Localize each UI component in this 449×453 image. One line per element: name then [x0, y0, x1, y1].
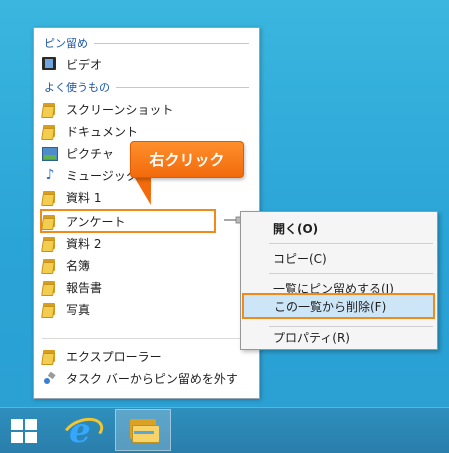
menu-item-label: プロパティ(R) — [273, 330, 350, 345]
folder-icon — [41, 213, 58, 230]
menu-separator — [269, 273, 433, 274]
unpin-icon — [42, 370, 58, 386]
jump-item-screenshots[interactable]: スクリーンショット — [41, 99, 174, 119]
menu-item-copy[interactable]: コピー(C) — [241, 246, 437, 270]
windows-logo-icon — [11, 432, 23, 443]
windows-logo-icon — [11, 419, 23, 430]
documents-icon — [41, 123, 58, 140]
internet-explorer-button[interactable]: e — [58, 411, 108, 452]
menu-separator — [269, 243, 433, 244]
windows-logo-icon — [25, 419, 37, 430]
folder-icon — [41, 235, 58, 252]
callout-right-click: 右クリック — [130, 141, 244, 178]
tasks-divider — [42, 338, 251, 339]
context-menu: 開く(O) コピー(C) 一覧にピン留めする(I) プロパティ(R) — [240, 211, 438, 350]
file-explorer-icon — [130, 419, 160, 443]
jump-item-label: 資料 2 — [66, 236, 102, 251]
menu-item-label: この一覧から削除(F) — [274, 299, 387, 314]
pinned-header-label: ピン留め — [44, 37, 88, 50]
menu-item-label: コピー(C) — [273, 251, 327, 266]
jump-item-label: スクリーンショット — [66, 102, 174, 117]
video-library-icon — [42, 56, 58, 72]
jump-item-label: 報告書 — [66, 280, 103, 295]
music-icon: ♪ — [45, 167, 55, 183]
task-label: エクスプローラー — [66, 349, 162, 364]
folder-icon — [41, 257, 58, 274]
jump-item-label: ビデオ — [66, 57, 103, 72]
jump-item-shiryo2[interactable]: 資料 2 — [41, 233, 102, 253]
folder-icon — [41, 101, 58, 118]
menu-item-properties[interactable]: プロパティ(R) — [241, 325, 437, 349]
jump-list: ピン留め ビデオ よく使うもの スクリーンショット ドキュメント ピクチャ ♪ … — [33, 27, 260, 399]
folder-icon — [41, 279, 58, 296]
jump-item-label: ドキュメント — [66, 124, 139, 139]
pinned-section-header: ピン留め — [44, 36, 249, 50]
windows-logo-icon — [25, 432, 37, 443]
task-label: タスク バーからピン留めを外す — [66, 371, 238, 386]
frequent-header-label: よく使うもの — [44, 81, 110, 94]
taskbar: e — [0, 407, 449, 453]
menu-item-open[interactable]: 開く(O) — [241, 216, 437, 240]
jump-item-questionnaire[interactable]: アンケート — [41, 211, 126, 231]
folder-icon — [41, 301, 58, 318]
section-divider — [94, 42, 249, 44]
jump-item-label: 名簿 — [66, 258, 91, 273]
jump-item-label: ピクチャ — [66, 146, 114, 161]
jump-item-photos[interactable]: 写真 — [41, 299, 91, 319]
section-divider — [116, 86, 249, 88]
jump-item-label: ミュージック — [66, 168, 138, 183]
start-button[interactable] — [11, 419, 37, 443]
file-explorer-button[interactable] — [115, 409, 171, 451]
menu-item-remove-from-list[interactable]: この一覧から削除(F) — [242, 293, 435, 319]
folder-icon — [41, 189, 58, 206]
explorer-icon — [41, 348, 58, 365]
jump-item-label: アンケート — [66, 214, 126, 229]
task-unpin[interactable]: タスク バーからピン留めを外す — [42, 368, 238, 388]
menu-item-label: 開く(O) — [273, 221, 319, 236]
jump-item-report[interactable]: 報告書 — [41, 277, 103, 297]
callout-label: 右クリック — [149, 151, 225, 169]
jump-item-label: 写真 — [66, 302, 91, 317]
jump-item-video[interactable]: ビデオ — [42, 54, 102, 74]
jump-item-meibo[interactable]: 名簿 — [41, 255, 91, 275]
pictures-icon — [42, 145, 58, 161]
internet-explorer-icon: e — [69, 411, 91, 451]
jump-item-pictures[interactable]: ピクチャ — [42, 143, 114, 163]
frequent-section-header: よく使うもの — [44, 80, 249, 94]
jump-item-shiryo1[interactable]: 資料 1 — [41, 187, 102, 207]
task-file-explorer[interactable]: エクスプローラー — [41, 346, 162, 366]
jump-item-label: 資料 1 — [66, 190, 102, 205]
jump-item-music[interactable]: ♪ ミュージック — [42, 165, 138, 185]
jump-item-documents[interactable]: ドキュメント — [41, 121, 139, 141]
